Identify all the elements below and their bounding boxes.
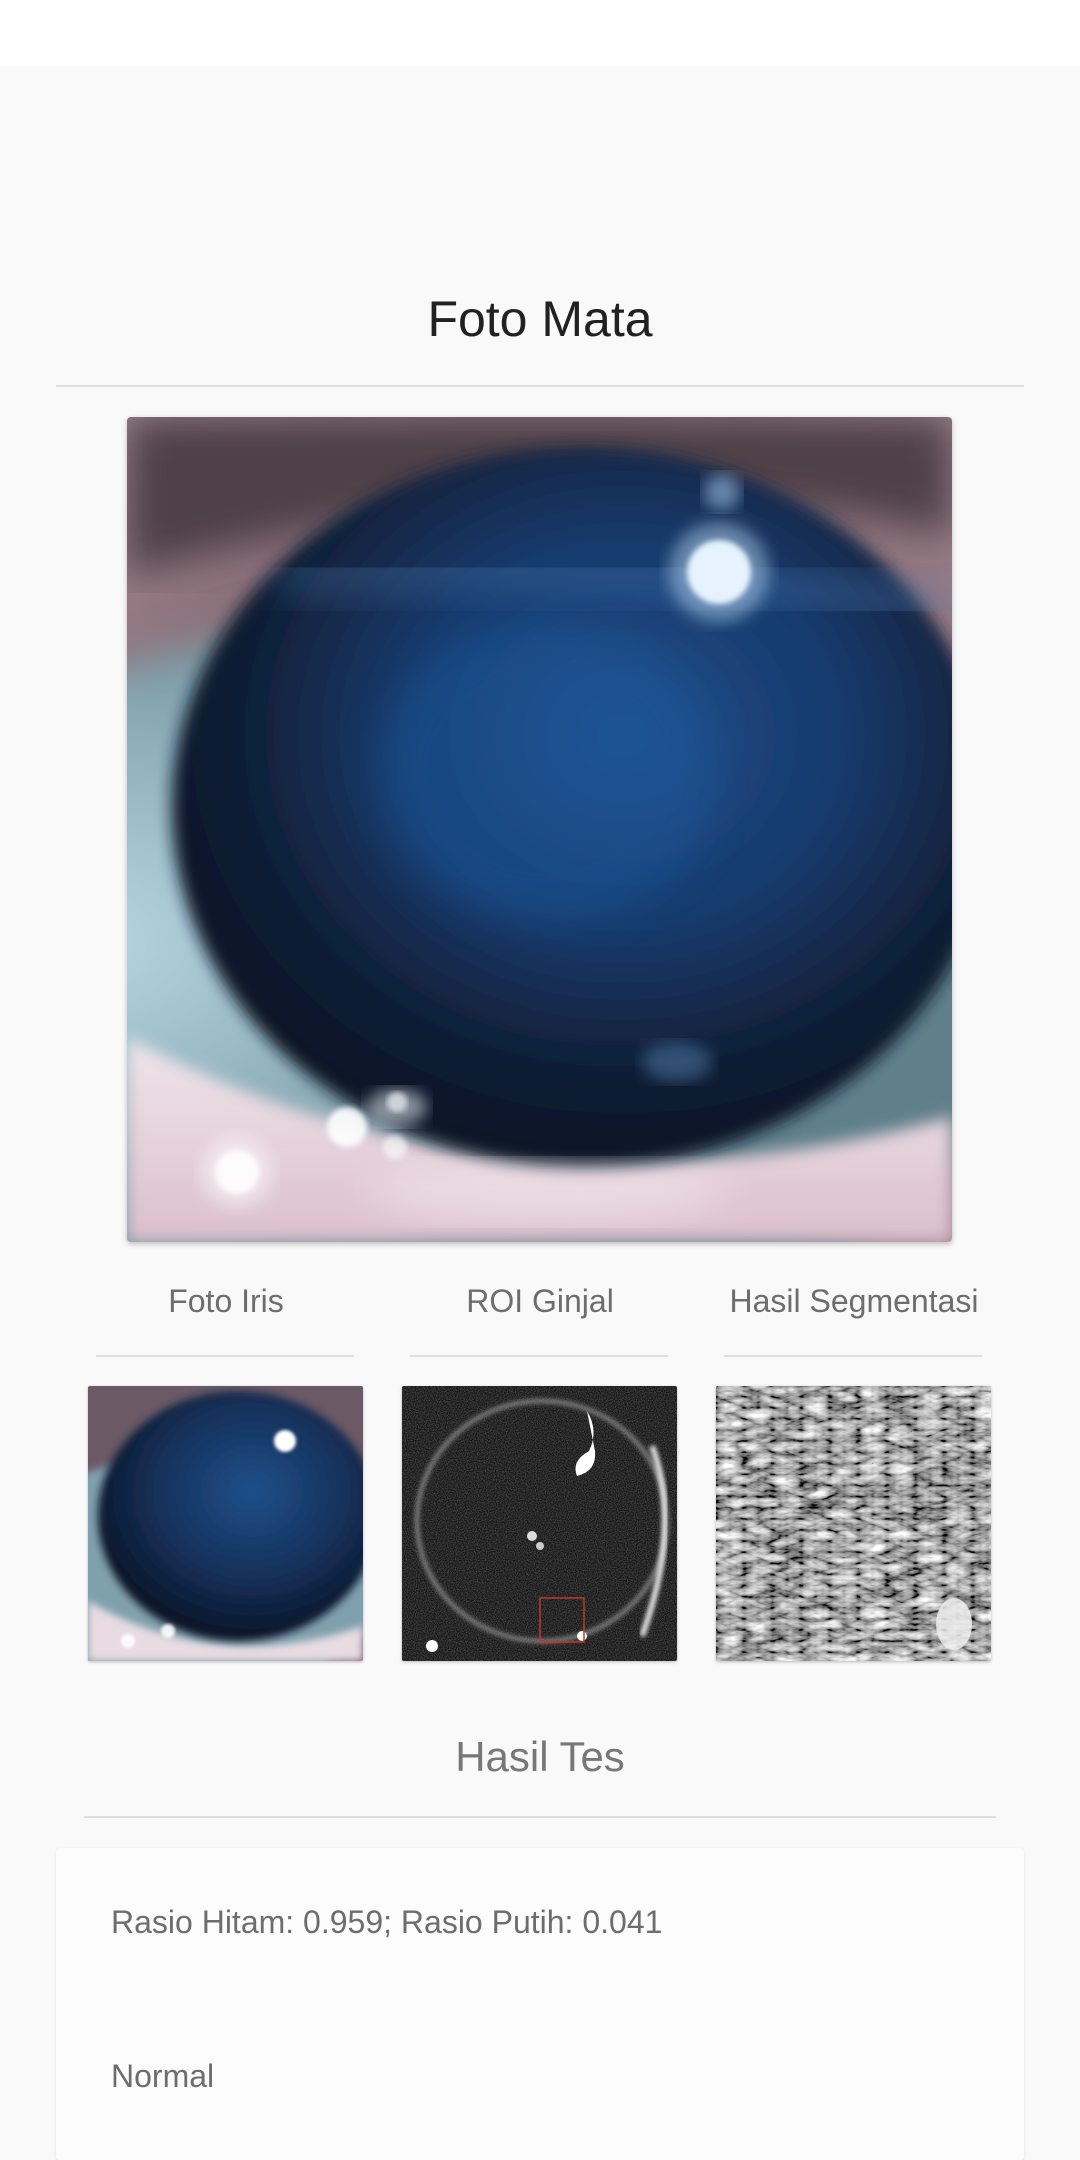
status-bar bbox=[0, 0, 1080, 66]
page-title: Foto Mata bbox=[427, 291, 653, 347]
roi-thumbnail-image bbox=[402, 1386, 677, 1661]
result-status: Normal bbox=[111, 2058, 215, 2094]
title-divider bbox=[56, 385, 1024, 387]
eye-photo-image bbox=[127, 417, 952, 1242]
thumb-divider-foto-iris bbox=[96, 1355, 354, 1357]
eye-photo bbox=[127, 417, 952, 1242]
thumb-label-foto-iris: Foto Iris bbox=[168, 1283, 284, 1319]
thumb-foto-iris[interactable] bbox=[88, 1386, 363, 1661]
ratio-text: Rasio Hitam: 0.959; Rasio Putih: 0.041 bbox=[111, 1904, 663, 1940]
thumb-hasil-segmentasi[interactable] bbox=[716, 1386, 991, 1661]
thumb-label-roi-ginjal: ROI Ginjal bbox=[466, 1283, 614, 1319]
thumb-roi-ginjal[interactable] bbox=[402, 1386, 677, 1661]
results-card: Rasio Hitam: 0.959; Rasio Putih: 0.041 N… bbox=[56, 1848, 1024, 2160]
results-divider bbox=[84, 1816, 996, 1818]
thumb-divider-hasil-segmentasi bbox=[724, 1355, 982, 1357]
segmentation-thumbnail-image bbox=[716, 1386, 991, 1661]
thumb-divider-roi-ginjal bbox=[410, 1355, 668, 1357]
iris-thumbnail-image bbox=[88, 1386, 363, 1661]
thumb-label-hasil-segmentasi: Hasil Segmentasi bbox=[729, 1283, 979, 1319]
results-heading: Hasil Tes bbox=[455, 1733, 625, 1780]
